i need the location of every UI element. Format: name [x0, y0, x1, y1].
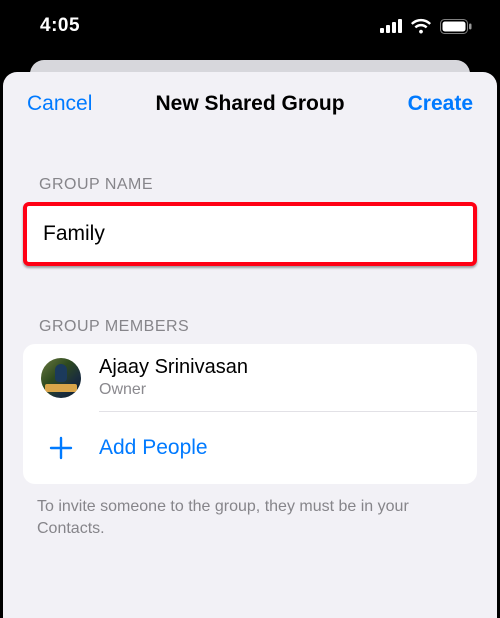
group-members-section: GROUP MEMBERS Ajaay Srinivasan Owner Add… — [3, 318, 497, 539]
group-name-section-label: GROUP NAME — [3, 176, 497, 202]
sheet-title: New Shared Group — [155, 92, 344, 116]
member-info: Ajaay Srinivasan Owner — [99, 356, 248, 399]
create-button[interactable]: Create — [408, 92, 473, 116]
sheet-header: Cancel New Shared Group Create — [3, 72, 497, 134]
group-name-field-highlight — [23, 202, 477, 266]
status-time: 4:05 — [40, 15, 80, 37]
add-people-label: Add People — [99, 436, 208, 460]
member-row: Ajaay Srinivasan Owner — [23, 344, 477, 411]
status-indicators — [380, 18, 472, 34]
plus-icon — [41, 428, 81, 468]
group-name-section: GROUP NAME — [3, 176, 497, 266]
member-name: Ajaay Srinivasan — [99, 356, 248, 379]
cellular-signal-icon — [380, 19, 402, 33]
member-role: Owner — [99, 381, 248, 399]
avatar — [41, 358, 81, 398]
group-name-input[interactable] — [27, 206, 473, 262]
wifi-icon — [410, 18, 432, 34]
battery-icon — [440, 19, 472, 34]
status-bar: 4:05 — [0, 0, 500, 52]
members-footer-note: To invite someone to the group, they mus… — [3, 484, 497, 539]
members-card: Ajaay Srinivasan Owner Add People — [23, 344, 477, 484]
cancel-button[interactable]: Cancel — [27, 92, 92, 116]
add-people-button[interactable]: Add People — [23, 412, 477, 484]
new-shared-group-sheet: Cancel New Shared Group Create GROUP NAM… — [3, 72, 497, 618]
group-members-section-label: GROUP MEMBERS — [3, 318, 497, 344]
